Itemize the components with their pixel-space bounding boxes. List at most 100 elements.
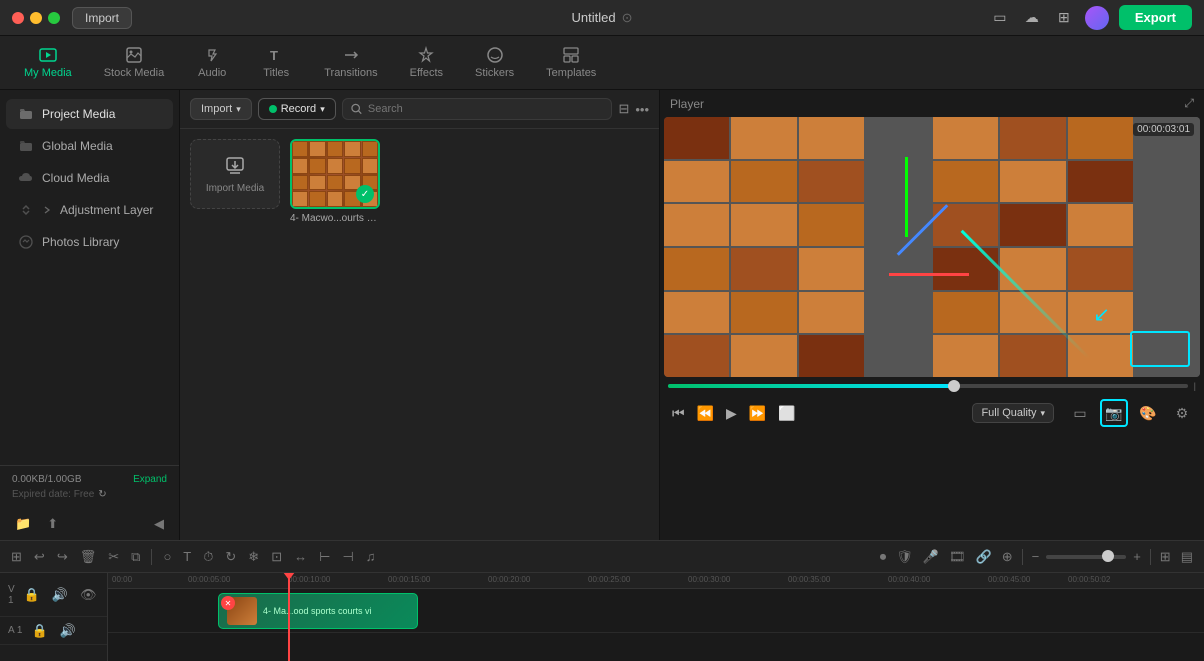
maximize-button[interactable]	[48, 12, 60, 24]
sidebar-item-project-media[interactable]: Project Media	[6, 99, 173, 129]
collapse-icon[interactable]: ◀	[151, 514, 167, 534]
mask-icon[interactable]: ○	[160, 547, 174, 566]
upload-icon[interactable]: ⬆	[44, 514, 61, 534]
link-icon[interactable]: 🔗	[973, 547, 995, 567]
red-axis-arrow	[889, 273, 969, 276]
copy-icon[interactable]: ⧉	[128, 547, 143, 567]
undo-icon[interactable]: ↩	[31, 547, 48, 567]
player-controls: ⏮ ⏪ ▶ ⏩ ⬜ Full Quality ▾ ▭ 📷 🎨 ⚙	[660, 395, 1204, 431]
media-tl-icon[interactable]: 🎞	[946, 547, 969, 567]
quality-selector[interactable]: Full Quality ▾	[972, 403, 1054, 423]
tab-templates[interactable]: Templates	[532, 40, 610, 85]
sidebar-item-cloud-media[interactable]: Cloud Media	[6, 163, 173, 193]
audio-v1-icon[interactable]: 🔊	[49, 585, 71, 605]
track-labels: V 1 🔒 🔊 👁 A 1 🔒 🔊	[0, 573, 108, 661]
sidebar-item-adjustment-layer[interactable]: Adjustment Layer	[6, 195, 173, 225]
play-btn[interactable]: ▶	[722, 403, 741, 424]
loop-icon[interactable]: ↻	[222, 547, 239, 567]
lock-a1-icon[interactable]: 🔒	[28, 621, 50, 641]
screen-mirror-btn[interactable]: ▭	[1066, 399, 1094, 427]
ruler-mark-0: 00:00	[112, 575, 132, 584]
add-folder-icon[interactable]: 📁	[12, 514, 34, 534]
sidebar-item-photos-library[interactable]: Photos Library	[6, 227, 173, 257]
templates-icon	[562, 46, 580, 64]
fullscreen-icon[interactable]: ⤢	[1184, 96, 1194, 111]
timer-icon[interactable]: ⏱	[200, 547, 216, 567]
import-button[interactable]: Import	[72, 7, 132, 29]
clip-block[interactable]: ✕ 4- Ma...ood sports courts vi	[218, 593, 418, 629]
photos-icon	[18, 234, 34, 250]
layout-icon[interactable]: ▤	[1178, 547, 1196, 567]
record-tl-icon[interactable]: ⏺	[877, 547, 890, 567]
sidebar-item-global-media[interactable]: Global Media	[6, 131, 173, 161]
audio-a1-icon[interactable]: 🔊	[57, 621, 79, 641]
playhead[interactable]	[288, 573, 290, 661]
tab-my-media[interactable]: My Media	[10, 40, 86, 85]
freeze-icon[interactable]: ❄	[245, 547, 262, 567]
minimize-button[interactable]	[30, 12, 42, 24]
media-panel: Import ▾ Record ▾ ⊟ •••	[180, 90, 660, 540]
screenshot-btn[interactable]: 📷	[1100, 399, 1128, 427]
settings-btn[interactable]: ⚙	[1168, 399, 1196, 427]
refresh-icon[interactable]: ↻	[98, 489, 106, 500]
color-btn[interactable]: 🎨	[1134, 399, 1162, 427]
tab-stickers[interactable]: Stickers	[461, 40, 528, 85]
search-icon	[351, 103, 362, 115]
grid-icon-btn[interactable]: ⊞	[1053, 7, 1075, 29]
audio-tl-icon[interactable]: ♫	[363, 547, 379, 566]
add-track-icon[interactable]: ⊕	[999, 547, 1016, 567]
crop-btn[interactable]: ⬜	[774, 403, 799, 424]
export-button[interactable]: Export	[1119, 5, 1192, 30]
cloud-icon-btn[interactable]: ☁	[1021, 7, 1043, 29]
crop-tl-icon[interactable]: ⊡	[268, 547, 285, 567]
avatar[interactable]	[1085, 6, 1109, 30]
delete-icon[interactable]: 🗑	[77, 547, 100, 567]
tab-audio[interactable]: Audio	[182, 40, 242, 85]
eye-v1-icon[interactable]: 👁	[77, 585, 100, 605]
forward-btn[interactable]: ⏩	[745, 403, 770, 424]
close-button[interactable]	[12, 12, 24, 24]
grid-tl-icon[interactable]: ⊞	[1157, 547, 1174, 567]
media-thumbnail-1[interactable]: ✓ 4- Macwo...ourts video	[290, 139, 380, 225]
zoom-out-icon[interactable]: −	[1029, 547, 1043, 566]
skip-back-btn[interactable]: ⏮	[668, 403, 689, 424]
progress-bar[interactable]	[668, 384, 1188, 388]
cut-icon[interactable]: ✂	[105, 547, 122, 567]
expire-info: Expired date: Free ↻	[12, 489, 167, 500]
text-icon[interactable]: T	[180, 547, 194, 566]
transform-icon[interactable]: ↔	[291, 547, 310, 566]
shield-icon[interactable]: 🛡	[893, 547, 916, 567]
storage-info: 0.00KB/1.00GB Expand	[12, 474, 167, 485]
progress-fill	[668, 384, 954, 388]
tab-titles[interactable]: T Titles	[246, 40, 306, 85]
record-btn[interactable]: Record ▾	[258, 98, 336, 120]
split-icon[interactable]: ⊣	[339, 547, 356, 567]
stickers-icon	[486, 46, 504, 64]
import-dropdown-btn[interactable]: Import ▾	[190, 98, 252, 120]
search-box[interactable]	[342, 98, 613, 120]
clip-delete-btn[interactable]: ✕	[221, 596, 235, 610]
tab-transitions[interactable]: Transitions	[310, 40, 391, 85]
mic-icon[interactable]: 🎤	[920, 547, 942, 567]
timeline-tracks: V 1 🔒 🔊 👁 A 1 🔒 🔊 00:00 00:00:05:00 00:0…	[0, 573, 1204, 661]
time-ruler: 00:00 00:00:05:00 00:00:10:00 00:00:15:0…	[108, 573, 1204, 589]
filter-icon[interactable]: ⊟	[618, 101, 629, 117]
expand-storage-btn[interactable]: Expand	[133, 474, 167, 485]
trim-icon[interactable]: ⊢	[316, 547, 333, 567]
zoom-thumb	[1102, 550, 1114, 562]
player-progress: |	[660, 377, 1204, 395]
tab-stock-media[interactable]: Stock Media	[90, 40, 179, 85]
redo-icon[interactable]: ↪	[54, 547, 71, 567]
import-media-btn[interactable]: Import Media	[190, 139, 280, 209]
lock-v1-icon[interactable]: 🔒	[21, 585, 43, 605]
more-options-icon[interactable]: •••	[635, 102, 649, 117]
sidebar-footer: 0.00KB/1.00GB Expand Expired date: Free …	[0, 465, 179, 508]
search-input[interactable]	[368, 103, 604, 115]
zoom-in-icon[interactable]: +	[1130, 547, 1144, 566]
rewind-btn[interactable]: ⏪	[693, 403, 718, 424]
zoom-slider[interactable]	[1046, 555, 1126, 559]
timeline-toolbar: ⊞ ↩ ↪ 🗑 ✂ ⧉ ○ T ⏱ ↻ ❄ ⊡ ↔ ⊢ ⊣ ♫ ⏺ 🛡 🎤 🎞 …	[0, 541, 1204, 573]
snap-icon[interactable]: ⊞	[8, 547, 25, 567]
tab-effects[interactable]: Effects	[396, 40, 457, 85]
window-icon-btn[interactable]: ▭	[989, 7, 1011, 29]
